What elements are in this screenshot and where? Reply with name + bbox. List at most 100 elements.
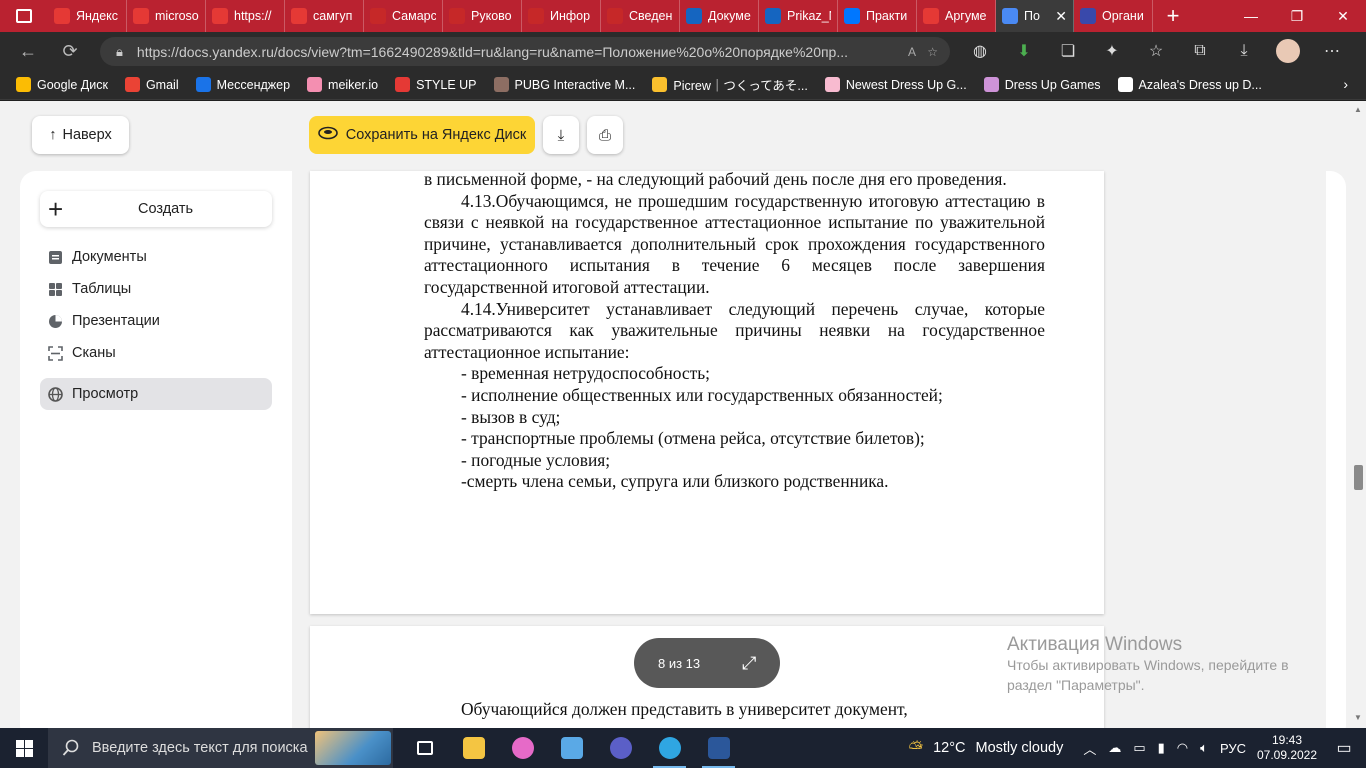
taskbar-search-box[interactable]: Введите здесь текст для поиска [48, 728, 393, 768]
taskbar-app-task-view[interactable] [400, 728, 449, 768]
browser-tab[interactable]: Аргуме [917, 0, 996, 32]
save-to-disk-button[interactable]: Сохранить на Яндекс Диск [309, 116, 535, 154]
clock[interactable]: 19:43 07.09.2022 [1252, 733, 1322, 763]
next-page-text: Обучающийся должен представить в универс… [461, 699, 908, 719]
collections-icon[interactable]: ⧉ [1178, 42, 1222, 60]
taskbar-app-paint3d[interactable] [498, 728, 547, 768]
bookmark-favicon-icon [983, 77, 999, 92]
taskbar-app-file-explorer[interactable] [449, 728, 498, 768]
wifi-icon[interactable]: ◠ [1177, 740, 1188, 756]
address-toolbar: ← ⟳ 🔒︎ https://docs.yandex.ru/docs/view?… [0, 32, 1366, 70]
back-button[interactable]: ← [10, 33, 46, 69]
close-window-button[interactable]: ✕ [1320, 0, 1366, 32]
search-highlight-image[interactable] [315, 731, 391, 765]
tab-title: Инфор [550, 9, 591, 23]
new-tab-button[interactable]: + [1153, 3, 1193, 29]
browser-tab[interactable]: Prikaz_N [759, 0, 838, 32]
browser-tab[interactable]: Яндекс [48, 0, 127, 32]
sidebar-item-label: Просмотр [72, 386, 139, 402]
browser-tab[interactable]: Органи [1074, 0, 1153, 32]
taskbar-app-edge[interactable] [645, 728, 694, 768]
start-button[interactable] [0, 728, 48, 768]
bookmark-item[interactable]: Azalea's Dress up D... [1117, 75, 1262, 94]
taskbar-app-photos[interactable] [547, 728, 596, 768]
bookmark-item[interactable]: Gmail [124, 75, 179, 94]
browser-toolbar-icons: ◍ ⬇ ❏ ✦ ☆ ⧉ ⤓ ⋯ [958, 32, 1354, 70]
sidebar-item-document[interactable]: Документы [40, 241, 272, 273]
weather-widget[interactable]: ⛅︎ 12°C Mostly cloudy [909, 738, 1064, 759]
sidebar-item-scan[interactable]: Сканы [40, 337, 272, 369]
print-button[interactable]: ⎙ [587, 116, 623, 154]
browser-tab[interactable]: Докуме [680, 0, 759, 32]
b-icon [1080, 8, 1096, 24]
browser-tab[interactable]: Руково [443, 0, 522, 32]
yandex-icon [54, 8, 70, 24]
scroll-top-button[interactable]: ↑ Наверх [32, 116, 129, 154]
notifications-icon[interactable]: ▭ [1322, 738, 1366, 758]
tab-title: самгуп [313, 9, 353, 23]
browser-tab[interactable]: Самарс [364, 0, 443, 32]
bookmark-item[interactable]: Google Диск [16, 75, 108, 94]
show-hidden-icons-chevron-icon[interactable]: ︿ [1083, 739, 1096, 758]
refresh-button[interactable]: ⟳ [52, 33, 88, 69]
browser-tab[interactable]: Сведен [601, 0, 680, 32]
bookmark-item[interactable]: Dress Up Games [983, 75, 1101, 94]
browser-tab[interactable]: microso [127, 0, 206, 32]
read-aloud-icon[interactable]: A [908, 45, 916, 59]
url-text[interactable]: https://docs.yandex.ru/docs/view?tm=1662… [137, 44, 848, 60]
favorites-icon[interactable]: ☆ [1134, 41, 1178, 61]
language-indicator[interactable]: РУС [1220, 741, 1246, 756]
page-scrollbar[interactable]: ▲ ▼ [1350, 101, 1366, 728]
sidebar-item-view[interactable]: Просмотр [40, 378, 272, 410]
browser-tab[interactable]: Инфор [522, 0, 601, 32]
browser-tab[interactable]: По ✕ [996, 0, 1074, 32]
browser-tab[interactable]: https:// [206, 0, 285, 32]
bookmark-label: Newest Dress Up G... [845, 77, 967, 92]
battery-icon[interactable]: ▮ [1158, 740, 1165, 756]
device-icon[interactable]: ▭ [1133, 740, 1145, 756]
tab-title: Самарс [392, 9, 436, 23]
download-button[interactable]: ⤓ [543, 116, 579, 154]
tab-title: Яндекс [76, 9, 119, 23]
photos-icon [560, 737, 583, 759]
more-bookmarks-chevron-icon[interactable]: › [1343, 76, 1348, 92]
scrollbar-thumb[interactable] [1354, 465, 1363, 490]
volume-icon[interactable]: 🔈︎ [1200, 740, 1208, 756]
minimize-button[interactable]: — [1228, 0, 1274, 32]
close-tab-icon[interactable]: ✕ [1055, 8, 1067, 25]
add-favorite-icon[interactable]: ☆ [927, 45, 938, 59]
browser-tab[interactable]: самгуп [285, 0, 364, 32]
bookmark-item[interactable]: Мессенджер [195, 75, 290, 94]
maximize-button[interactable]: ❐ [1274, 0, 1320, 32]
profile-avatar[interactable] [1276, 39, 1300, 63]
sidebar-item-presentation[interactable]: Презентации [40, 305, 272, 337]
sidebar-item-table[interactable]: Таблицы [40, 273, 272, 305]
tab-title: По [1024, 9, 1040, 23]
settings-menu-icon[interactable]: ⋯ [1310, 41, 1354, 61]
extension-download-icon[interactable]: ⬇ [1002, 41, 1046, 61]
bookmark-item[interactable]: PUBG Interactive M... [493, 75, 635, 94]
onedrive-cloud-icon[interactable]: ☁ [1108, 740, 1121, 756]
tab-strip: Яндекс microso https:// самгуп Самарс Руково И… [48, 0, 1153, 32]
bookmark-item[interactable]: meiker.io [307, 75, 378, 94]
scroll-down-arrow-icon[interactable]: ▼ [1354, 713, 1362, 722]
taskbar-app-word[interactable] [694, 728, 743, 768]
bookmark-item[interactable]: Picrew｜つくってあそ... [652, 75, 808, 94]
downloads-icon[interactable]: ⤓ [1222, 42, 1266, 60]
address-bar[interactable]: 🔒︎ https://docs.yandex.ru/docs/view?tm=1… [100, 37, 950, 66]
bookmark-item[interactable]: STYLE UP [395, 75, 477, 94]
scan-icon [48, 345, 63, 361]
scroll-up-arrow-icon[interactable]: ▲ [1354, 105, 1362, 114]
fullscreen-expand-icon[interactable]: ⤢ [742, 653, 756, 674]
browser-tab[interactable]: Практи [838, 0, 917, 32]
extension-copy-icon[interactable]: ❏ [1046, 41, 1090, 61]
tab-actions-button[interactable] [0, 0, 48, 32]
create-button[interactable]: + Создать [40, 191, 272, 227]
taskbar-app-teams[interactable] [596, 728, 645, 768]
extension-globe-icon[interactable]: ◍ [958, 41, 1002, 61]
bookmark-favicon-icon [824, 77, 840, 92]
tab-title: Prikaz_N [787, 9, 831, 23]
extensions-icon[interactable]: ✦ [1090, 41, 1134, 61]
bookmark-item[interactable]: Newest Dress Up G... [824, 75, 967, 94]
samgups-icon [607, 8, 623, 24]
